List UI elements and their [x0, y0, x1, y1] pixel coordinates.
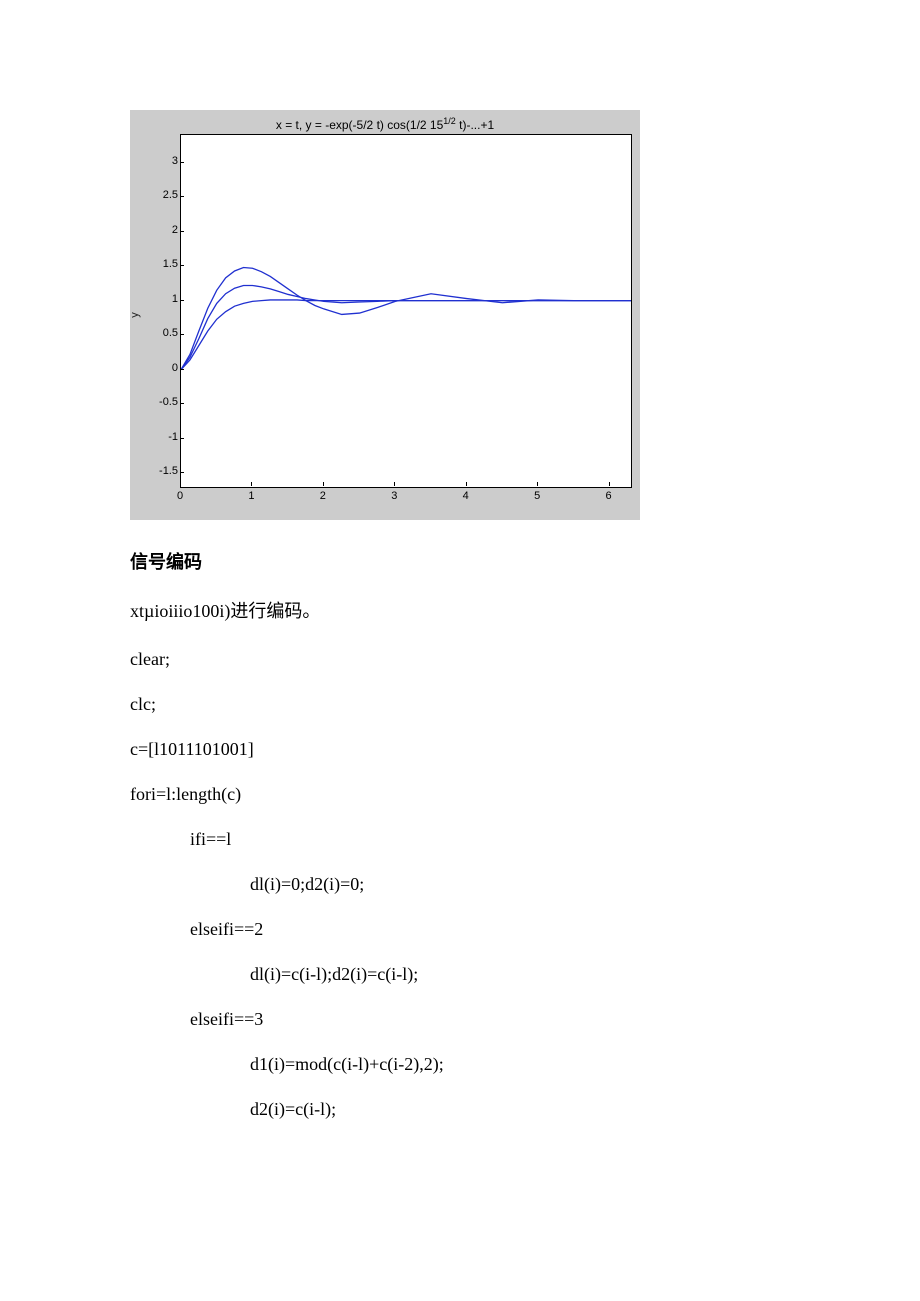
y-tick-label: -1.5	[148, 465, 178, 477]
chart-title: x = t, y = -exp(-5/2 t) cos(1/2 151/2 t)…	[130, 116, 640, 132]
code-line: dl(i)=c(i-l);d2(i)=c(i-l);	[130, 964, 790, 985]
y-axis-label: y	[129, 312, 141, 318]
code-line: ifi==l	[130, 829, 790, 850]
chart-lines	[181, 135, 631, 487]
intro-text: xtµioiiio100i)进行编码。	[130, 598, 790, 625]
series-mid-damping	[181, 285, 631, 369]
code-line: d1(i)=mod(c(i-l)+c(i-2),2);	[130, 1054, 790, 1075]
code-line: clear;	[130, 649, 790, 670]
code-line: elseifi==2	[130, 919, 790, 940]
x-tick-label: 5	[527, 490, 547, 502]
plot-area	[180, 134, 632, 488]
x-tick-label: 2	[313, 490, 333, 502]
x-tick-label: 6	[599, 490, 619, 502]
y-tick-label: 1	[148, 293, 178, 305]
code-line: clc;	[130, 694, 790, 715]
code-line: d2(i)=c(i-l);	[130, 1099, 790, 1120]
series-low-damping	[181, 268, 631, 370]
series-high-damping	[181, 300, 631, 370]
y-tick-label: -1	[148, 431, 178, 443]
y-tick-label: -0.5	[148, 396, 178, 408]
code-line: elseifi==3	[130, 1009, 790, 1030]
chart-figure: x = t, y = -exp(-5/2 t) cos(1/2 151/2 t)…	[130, 110, 640, 520]
x-tick-label: 3	[384, 490, 404, 502]
x-tick-label: 1	[241, 490, 261, 502]
y-tick-label: 0.5	[148, 327, 178, 339]
y-tick-label: 3	[148, 155, 178, 167]
section-heading: 信号编码	[130, 548, 790, 574]
code-line: dl(i)=0;d2(i)=0;	[130, 874, 790, 895]
y-tick-label: 1.5	[148, 258, 178, 270]
y-tick-label: 0	[148, 362, 178, 374]
y-tick-label: 2.5	[148, 189, 178, 201]
y-tick-label: 2	[148, 224, 178, 236]
code-line: c=[l1011101001]	[130, 739, 790, 760]
x-tick-label: 4	[456, 490, 476, 502]
code-line: fori=l:length(c)	[130, 784, 790, 805]
x-tick-label: 0	[170, 490, 190, 502]
